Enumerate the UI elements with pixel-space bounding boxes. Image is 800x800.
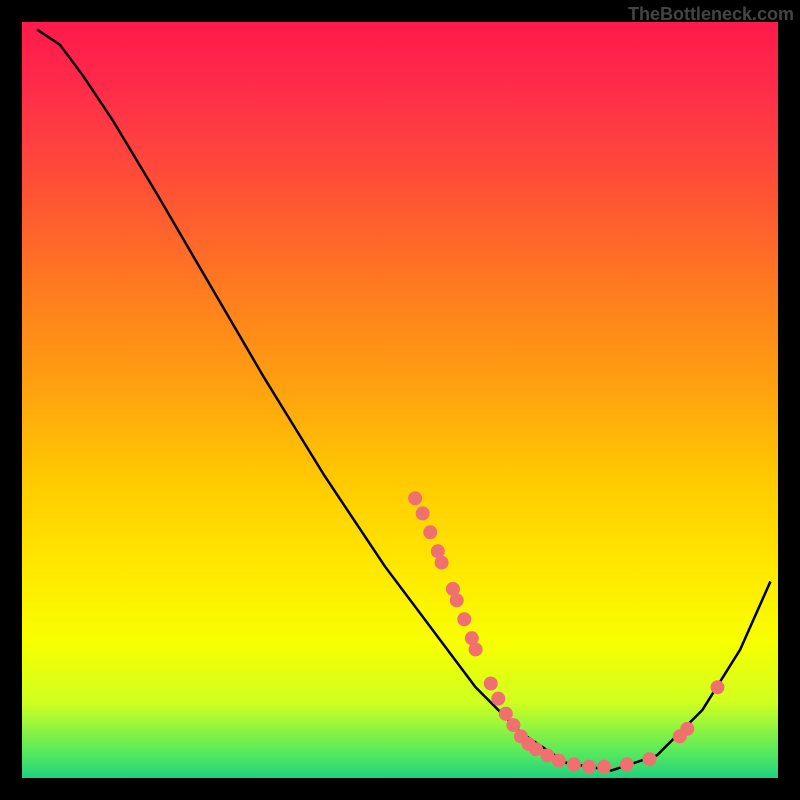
data-point: [711, 680, 725, 694]
data-point: [408, 491, 422, 505]
data-point: [582, 760, 596, 774]
data-point: [567, 757, 581, 771]
data-point: [484, 677, 498, 691]
chart-container: TheBottleneck.com: [0, 0, 800, 800]
data-point: [529, 742, 543, 756]
scatter-layer: [408, 491, 724, 773]
plot-area: [22, 22, 778, 778]
data-point: [499, 707, 513, 721]
chart-svg: [22, 22, 778, 778]
watermark-text: TheBottleneck.com: [628, 4, 794, 25]
data-point: [465, 631, 479, 645]
data-point: [457, 612, 471, 626]
data-point: [423, 525, 437, 539]
data-point: [431, 544, 445, 558]
bottleneck-curve: [37, 30, 770, 771]
data-point: [522, 737, 536, 751]
curve-layer: [37, 30, 770, 771]
data-point: [673, 729, 687, 743]
data-point: [540, 748, 554, 762]
data-point: [514, 729, 528, 743]
data-point: [597, 760, 611, 774]
data-point: [446, 582, 460, 596]
data-point: [642, 752, 656, 766]
data-point: [506, 718, 520, 732]
data-point: [469, 642, 483, 656]
data-point: [491, 692, 505, 706]
data-point: [552, 754, 566, 768]
data-point: [416, 506, 430, 520]
data-point: [435, 556, 449, 570]
data-point: [450, 593, 464, 607]
data-point: [620, 757, 634, 771]
data-point: [680, 722, 694, 736]
